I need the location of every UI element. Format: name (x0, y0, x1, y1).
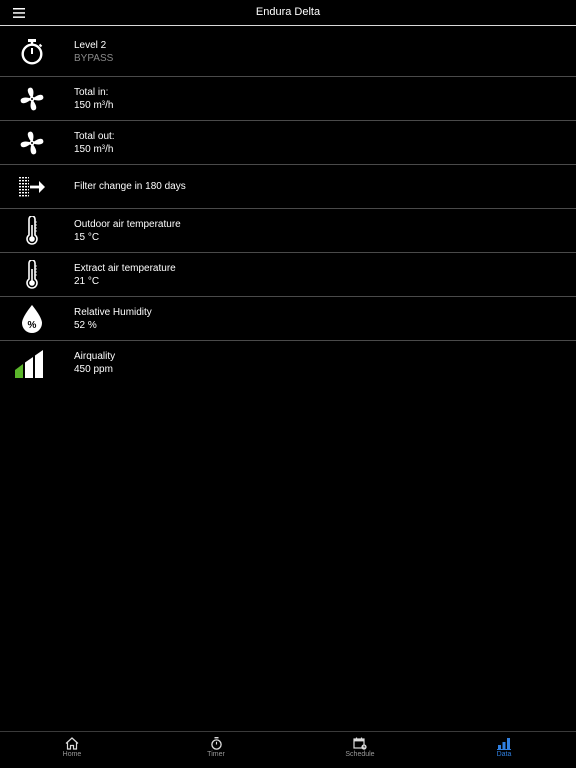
air-quality-bar-1 (15, 364, 23, 378)
tab-label: Timer (207, 751, 225, 758)
humidity-value: 52 % (74, 319, 97, 331)
tab-schedule[interactable]: Schedule (288, 732, 432, 768)
humidity-drop-symbol: % (28, 320, 37, 331)
total-out-label: Total out: (74, 130, 115, 142)
data-list: Level 2 BYPASS Total in: 150 m3/h Total … (0, 27, 576, 385)
tab-bar: Home Timer Schedule Data (0, 731, 576, 768)
home-icon (65, 737, 79, 750)
bypass-status: BYPASS (74, 52, 114, 64)
air-quality-bar-2 (25, 357, 33, 378)
outdoor-temperature-label: Outdoor air temperature (74, 218, 181, 230)
air-quality-bars (15, 350, 43, 378)
airquality-label: Airquality (74, 351, 116, 362)
list-item-outdoor-temperature[interactable]: Outdoor air temperature 15 °C (0, 209, 576, 253)
list-item-extract-temperature[interactable]: Extract air temperature 21 °C (0, 253, 576, 297)
list-item-airquality[interactable]: Airquality 450 ppm (0, 341, 576, 385)
humidity-drop-icon: % (22, 304, 42, 333)
calendar-icon (353, 737, 367, 750)
tab-label: Schedule (345, 751, 375, 758)
filter-icon (19, 176, 45, 196)
stopwatch-icon (210, 737, 222, 750)
extract-temperature-label: Extract air temperature (74, 262, 176, 274)
app-header: Endura Delta (0, 0, 576, 26)
list-item-total-out[interactable]: Total out: 150 m3/h (0, 121, 576, 165)
extract-temperature-value: 21 °C (74, 275, 100, 287)
outdoor-temperature-value: 15 °C (74, 231, 100, 243)
list-item-level[interactable]: Level 2 BYPASS (0, 27, 576, 77)
tab-timer[interactable]: Timer (144, 732, 288, 768)
thermometer-icon (26, 215, 38, 245)
tab-label: Home (62, 751, 82, 758)
bar-chart-icon (497, 738, 511, 750)
tab-data[interactable]: Data (432, 732, 576, 768)
airquality-value: 450 ppm (74, 364, 113, 375)
fan-icon (20, 131, 44, 154)
filter-change-label: Filter change in 180 days (74, 181, 186, 192)
stopwatch-icon (21, 38, 43, 65)
list-item-total-in[interactable]: Total in: 150 m3/h (0, 77, 576, 121)
air-quality-bars-icon (15, 350, 43, 378)
thermometer-icon (26, 259, 38, 289)
level-label: Level 2 (74, 39, 107, 51)
tab-label: Data (496, 751, 512, 758)
total-in-value: 150 m3/h (74, 99, 114, 111)
total-in-label: Total in: (74, 86, 109, 98)
total-out-value: 150 m3/h (74, 143, 114, 155)
air-quality-bar-3 (35, 350, 43, 378)
tab-home[interactable]: Home (0, 732, 144, 768)
fan-icon (20, 87, 44, 110)
humidity-label: Relative Humidity (74, 306, 152, 318)
list-item-filter[interactable]: Filter change in 180 days (0, 165, 576, 209)
page-title: Endura Delta (255, 6, 321, 18)
list-item-relative-humidity[interactable]: % Relative Humidity 52 % (0, 297, 576, 341)
